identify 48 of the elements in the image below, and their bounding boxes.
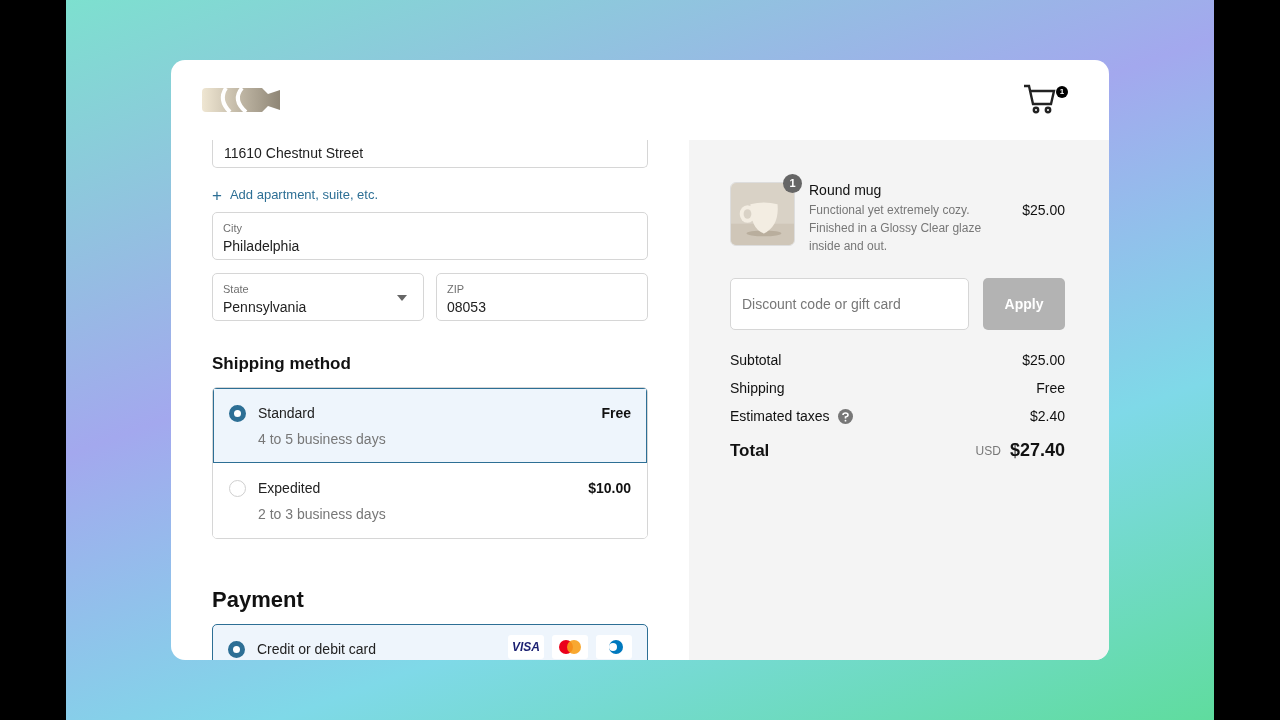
- cart-count-badge: 1: [1056, 86, 1068, 98]
- cart-icon: [1023, 83, 1057, 115]
- delivery-time: 4 to 5 business days: [258, 430, 387, 449]
- field-label: State: [223, 282, 250, 297]
- option-name: Credit or debit card: [257, 640, 378, 659]
- add-apartment-link[interactable]: Add apartment, suite, etc.: [229, 185, 379, 205]
- field-value: 08053: [447, 298, 487, 317]
- field-label: ZIP: [447, 282, 466, 297]
- radio-button[interactable]: [228, 641, 245, 658]
- total-label: Total: [730, 439, 770, 462]
- shipping-option[interactable]: Standard 4 to 5 business days Free: [213, 388, 647, 463]
- field-value: Pennsylvania: [223, 298, 308, 317]
- summary-value: Free: [1036, 379, 1065, 398]
- radio-button[interactable]: [229, 405, 246, 422]
- total-amount: $27.40: [1009, 439, 1065, 462]
- option-name: Expedited: [258, 479, 322, 498]
- summary-label: Subtotal: [730, 351, 782, 370]
- product-name: Round mug: [809, 181, 883, 200]
- summary-label: Shipping: [730, 379, 785, 398]
- cart-button[interactable]: 1: [1023, 83, 1069, 117]
- state-select[interactable]: State Pennsylvania: [212, 273, 424, 321]
- street-field[interactable]: 11610 Chestnut Street: [212, 140, 648, 168]
- summary-value: $2.40: [1029, 407, 1065, 426]
- option-name: Standard: [258, 404, 316, 423]
- mastercard-icon: [552, 635, 588, 659]
- delivery-time: 2 to 3 business days: [258, 505, 387, 524]
- visa-card-logo: VISA: [508, 635, 544, 659]
- logo-icon: [202, 86, 282, 114]
- diners-card-icon: [596, 635, 632, 659]
- field-label: City: [223, 221, 243, 236]
- summary-value: $25.00: [1022, 351, 1065, 370]
- section-heading: Shipping method: [212, 353, 352, 373]
- section-heading: Payment: [212, 586, 305, 611]
- text-field[interactable]: City Philadelphia: [212, 212, 648, 260]
- field-value: Philadelphia: [223, 237, 301, 256]
- field-value: 11610 Chestnut Street: [224, 144, 364, 163]
- payment-option[interactable]: Credit or debit card VISA: [212, 624, 648, 660]
- product-description: Functional yet extremely cozy. Finished in a Glossy Clear glaze inside and out.: [809, 202, 983, 255]
- summary-label: Estimated taxes: [730, 407, 830, 426]
- currency-code: USD: [975, 442, 1001, 460]
- caret-icon: [397, 295, 407, 301]
- help-icon[interactable]: [837, 409, 853, 424]
- quantity-badge: 1: [783, 174, 802, 193]
- option-price: $10.00: [588, 479, 631, 498]
- option-price: Free: [601, 404, 631, 423]
- text-field[interactable]: ZIP 08053: [436, 273, 648, 321]
- plus-icon: +: [212, 186, 222, 204]
- product-price: $25.00: [1021, 201, 1065, 220]
